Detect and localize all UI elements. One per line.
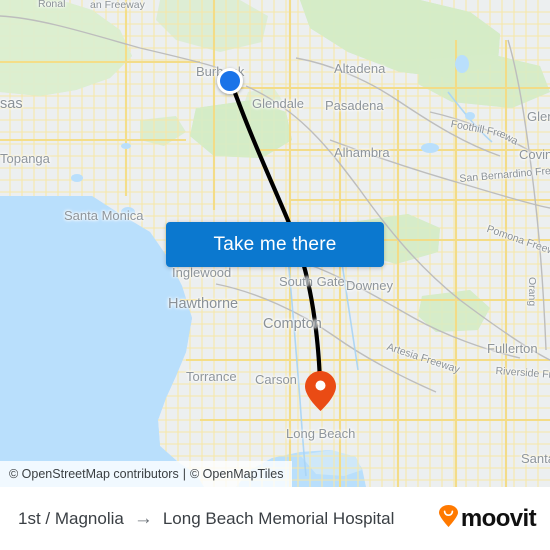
trip-origin-label: 1st / Magnolia [18, 508, 124, 528]
moovit-trip-map-screen: Ronalan FreewaysasTopangaBurbankGlendale… [0, 0, 550, 550]
moovit-pin-icon [438, 505, 458, 532]
trip-destination-label: Long Beach Memorial Hospital [162, 508, 395, 528]
destination-marker[interactable] [305, 371, 336, 411]
trip-summary: 1st / Magnolia → Long Beach Memorial Hos… [18, 509, 439, 529]
moovit-wordmark: moovit [460, 504, 537, 532]
take-me-there-button[interactable]: Take me there [166, 222, 384, 267]
moovit-logo[interactable]: moovit [438, 504, 537, 532]
attribution-osm[interactable]: © OpenStreetMap contributors [9, 467, 179, 481]
map-attribution: © OpenStreetMap contributors | © OpenMap… [0, 461, 293, 487]
origin-marker[interactable] [217, 68, 243, 94]
map-canvas[interactable]: Ronalan FreewaysasTopangaBurbankGlendale… [0, 0, 550, 487]
attribution-openmaptiles[interactable]: © OpenMapTiles [190, 467, 284, 481]
arrow-right-icon: → [133, 508, 153, 529]
attribution-separator: | [182, 467, 186, 481]
footer-bar: 1st / Magnolia → Long Beach Memorial Hos… [0, 487, 550, 550]
